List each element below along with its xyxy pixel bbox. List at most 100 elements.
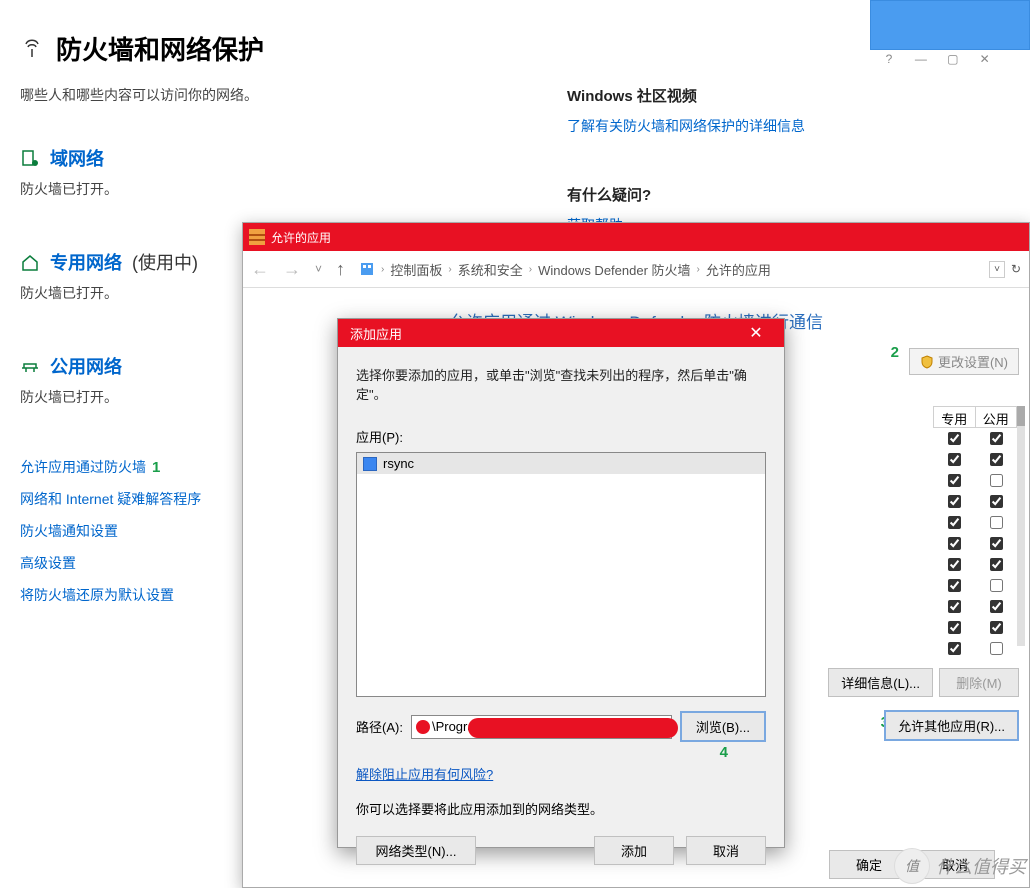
close-icon[interactable]: ✕ <box>738 320 774 346</box>
table-row <box>933 533 1017 554</box>
public-checkbox[interactable] <box>990 474 1003 487</box>
private-checkbox[interactable] <box>948 642 961 655</box>
public-checkbox[interactable] <box>990 432 1003 445</box>
change-label: 更改设置(N) <box>938 352 1008 371</box>
maximize-icon[interactable]: ▢ <box>944 50 962 68</box>
private-checkbox[interactable] <box>948 453 961 466</box>
firewall-icon <box>249 229 265 245</box>
app-icon <box>363 457 377 471</box>
bench-icon <box>20 356 40 376</box>
link-allow-app[interactable]: 允许应用通过防火墙 <box>20 459 146 475</box>
add-app-dialog: 添加应用 ✕ 选择你要添加的应用，或单击"浏览"查找未列出的程序，然后单击"确定… <box>337 318 785 848</box>
link-notify[interactable]: 防火墙通知设置 <box>20 523 118 539</box>
link-advanced[interactable]: 高级设置 <box>20 555 76 571</box>
watermark: 值 什么值得买 <box>894 848 1026 884</box>
public-checkbox[interactable] <box>990 642 1003 655</box>
public-checkbox[interactable] <box>990 621 1003 634</box>
shield-icon <box>920 355 934 369</box>
using-label: (使用中) <box>132 249 198 275</box>
bc-2[interactable]: Windows Defender 防火墙 <box>538 260 690 279</box>
community-head: Windows 社区视频 <box>567 85 805 106</box>
detail-button[interactable]: 详细信息(L)... <box>828 668 933 697</box>
allow-other-button[interactable]: 允许其他应用(R)... <box>884 710 1019 741</box>
checkbox-rows <box>933 428 1017 659</box>
public-checkbox[interactable] <box>990 516 1003 529</box>
app-name: rsync <box>383 456 414 471</box>
help-icon[interactable]: ? <box>880 50 898 68</box>
table-row <box>933 428 1017 449</box>
minimize-icon[interactable]: — <box>912 50 930 68</box>
private-checkbox[interactable] <box>948 621 961 634</box>
building-icon <box>20 148 40 168</box>
table-row <box>933 617 1017 638</box>
path-label: 路径(A): <box>356 717 403 736</box>
right-column: Windows 社区视频 了解有关防火墙和网络保护的详细信息 有什么疑问? 获取… <box>567 85 805 235</box>
watermark-icon: 值 <box>894 848 930 884</box>
public-network-link[interactable]: 公用网络 <box>50 353 122 379</box>
app-row-rsync[interactable]: rsync <box>357 453 765 474</box>
col-public: 公用 <box>976 407 1017 427</box>
add-desc: 选择你要添加的应用，或单击"浏览"查找未列出的程序，然后单击"确定"。 <box>356 365 766 403</box>
recent-icon[interactable]: ˅ <box>315 262 322 276</box>
domain-network-link[interactable]: 域网络 <box>50 145 104 171</box>
link-restore[interactable]: 将防火墙还原为默认设置 <box>20 587 174 603</box>
watermark-text: 什么值得买 <box>936 853 1026 879</box>
public-checkbox[interactable] <box>990 558 1003 571</box>
community-link[interactable]: 了解有关防火墙和网络保护的详细信息 <box>567 116 805 136</box>
add-titlebar[interactable]: 添加应用 ✕ <box>338 319 784 347</box>
close-icon[interactable]: ✕ <box>976 50 994 68</box>
badge-4: 4 <box>720 744 728 761</box>
bc-3[interactable]: 允许的应用 <box>706 260 771 279</box>
network-type-button[interactable]: 网络类型(N)... <box>356 836 476 865</box>
table-row <box>933 470 1017 491</box>
table-row <box>933 512 1017 533</box>
back-icon[interactable]: ← <box>251 259 269 280</box>
refresh-icon[interactable]: ↻ <box>1011 262 1021 276</box>
private-checkbox[interactable] <box>948 474 961 487</box>
add-subdesc: 你可以选择要将此应用添加到的网络类型。 <box>356 799 766 818</box>
public-checkbox[interactable] <box>990 453 1003 466</box>
public-checkbox[interactable] <box>990 537 1003 550</box>
risk-link[interactable]: 解除阻止应用有何风险? <box>356 764 493 783</box>
col-private: 专用 <box>934 407 976 427</box>
bc-1[interactable]: 系统和安全 <box>458 260 523 279</box>
public-checkbox[interactable] <box>990 579 1003 592</box>
forward-icon[interactable]: → <box>283 259 301 280</box>
allowed-titlebar[interactable]: 允许的应用 <box>243 223 1029 251</box>
redaction-dot <box>416 720 430 734</box>
app-list[interactable]: rsync <box>356 452 766 697</box>
badge-1: 1 <box>152 459 160 476</box>
path-input[interactable]: \Program Files <box>411 715 672 739</box>
change-settings-button[interactable]: 更改设置(N) <box>909 348 1019 375</box>
public-checkbox[interactable] <box>990 600 1003 613</box>
browse-button[interactable]: 浏览(B)... <box>680 711 766 742</box>
private-checkbox[interactable] <box>948 600 961 613</box>
search-dropdown[interactable]: ˅ <box>989 261 1005 278</box>
bc-0[interactable]: 控制面板 <box>390 260 442 279</box>
private-network-link[interactable]: 专用网络 <box>50 249 122 275</box>
add-button[interactable]: 添加 <box>594 836 674 865</box>
delete-button[interactable]: 删除(M) <box>939 668 1019 697</box>
question-head: 有什么疑问? <box>567 184 805 205</box>
apps-label: 应用(P): <box>356 427 766 446</box>
private-checkbox[interactable] <box>948 579 961 592</box>
table-row <box>933 638 1017 659</box>
page-title: 防火墙和网络保护 <box>56 30 264 67</box>
private-checkbox[interactable] <box>948 537 961 550</box>
background-window-controls: ? — ▢ ✕ <box>870 50 1030 74</box>
private-checkbox[interactable] <box>948 558 961 571</box>
cancel-button[interactable]: 取消 <box>686 836 766 865</box>
allowed-title: 允许的应用 <box>271 229 331 246</box>
link-troubleshoot[interactable]: 网络和 Internet 疑难解答程序 <box>20 491 201 507</box>
table-row <box>933 449 1017 470</box>
breadcrumb[interactable]: ›控制面板 ›系统和安全 ›Windows Defender 防火墙 ›允许的应… <box>359 260 771 279</box>
table-row <box>933 575 1017 596</box>
control-panel-icon <box>359 261 375 277</box>
scrollbar[interactable] <box>1017 406 1025 646</box>
private-checkbox[interactable] <box>948 516 961 529</box>
private-checkbox[interactable] <box>948 495 961 508</box>
public-checkbox[interactable] <box>990 495 1003 508</box>
private-checkbox[interactable] <box>948 432 961 445</box>
up-icon[interactable]: ↑ <box>336 259 345 280</box>
table-header: 专用 公用 <box>933 406 1017 428</box>
